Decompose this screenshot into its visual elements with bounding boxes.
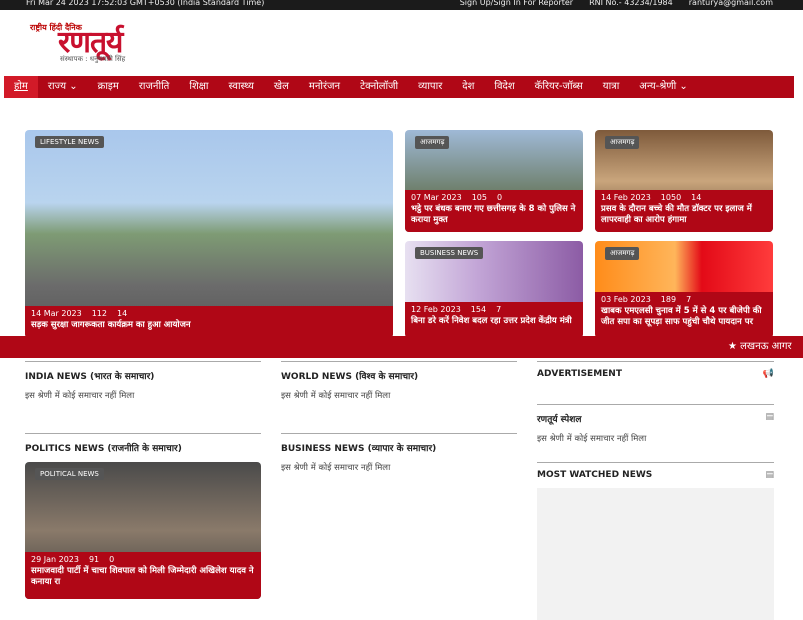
nav-state[interactable]: राज्य ⌄ xyxy=(38,76,88,98)
sidebar-advertisement: ADVERTISEMENT 📢 xyxy=(537,361,774,379)
category-badge: आजमगढ़ xyxy=(415,136,450,149)
news-card-politics[interactable]: POLITICAL NEWS 29 Jan 2023 91 0 समाजवादी प… xyxy=(25,462,261,599)
headline[interactable]: भट्ठे पर बंधक बनाए गए छत्तीसगढ़ के 8 को … xyxy=(411,204,577,226)
views-count: 112 xyxy=(91,309,107,318)
sidebar-most-watched: MOST WATCHED NEWS ▤ xyxy=(537,462,774,480)
date: 14 Mar 2023 xyxy=(31,309,82,318)
nav-business[interactable]: व्यापार xyxy=(408,76,452,98)
news-card[interactable]: आजमगढ़ 07 Mar 2023 105 0 भट्ठे पर बंधक बना… xyxy=(405,130,583,232)
category-badge: POLITICAL NEWS xyxy=(35,468,104,480)
headline[interactable]: समाजवादी पार्टी में चाचा शिवपाल को मिली … xyxy=(31,566,255,588)
nav-country[interactable]: देश xyxy=(452,76,484,98)
news-card[interactable]: BUSINESS NEWS 12 Feb 2023 154 7 बिना डरे क… xyxy=(405,241,583,338)
nav-home[interactable]: होम xyxy=(4,76,38,98)
nav-career[interactable]: कॅरियर-जॉब्स xyxy=(525,76,593,98)
news-icon: ▤ xyxy=(765,412,774,422)
headline[interactable]: प्रसव के दौरान बच्चे की मौत डॉक्टर पर इल… xyxy=(601,204,767,226)
nav-other[interactable]: अन्य-श्रेणी ⌄ xyxy=(629,76,697,98)
headline[interactable]: खाबक एमएलसी चुनाव में 5 में से 4 पर बीजे… xyxy=(601,306,767,328)
headline[interactable]: बिना डरे करें निवेश बदल रहा उत्तर प्रदेश… xyxy=(411,316,577,327)
nav-travel[interactable]: यात्रा xyxy=(593,76,630,98)
category-badge: आजमगढ़ xyxy=(605,136,640,149)
nav-politics[interactable]: राजनीति xyxy=(129,76,180,98)
news-card[interactable]: आजमगढ़ 14 Feb 2023 1050 14 प्रसव के दौरान … xyxy=(595,130,773,232)
section-business-news: BUSINESS NEWS (व्यापार के समाचार) इस श्र… xyxy=(281,433,517,473)
megaphone-icon: 📢 xyxy=(762,369,774,379)
top-bar: Fri Mar 24 2023 17:52:03 GMT+0530 (India… xyxy=(0,0,803,10)
nav-foreign[interactable]: विदेश xyxy=(484,76,524,98)
most-watched-panel xyxy=(537,488,774,620)
news-icon: ▤ xyxy=(765,470,774,480)
email-link[interactable]: ranturya@gmail.com xyxy=(689,0,773,8)
news-card[interactable]: आजमगढ़ 03 Feb 2023 189 7 खाबक एमएलसी चुनाव… xyxy=(595,241,773,338)
signup-link[interactable]: Sign Up/Sign In For Reporter xyxy=(460,0,573,8)
nav-crime[interactable]: क्राइम xyxy=(88,76,129,98)
news-card-featured[interactable]: LIFESTYLE NEWS 14 Mar 2023 112 14 सड़क सुर… xyxy=(25,130,393,338)
section-politics-news: POLITICS NEWS (राजनीति के समाचार) xyxy=(25,433,261,454)
category-badge: आजमगढ़ xyxy=(605,247,640,260)
sidebar-special: रणतूर्य स्पेशल ▤ इस श्रेणी में कोई समाचार… xyxy=(537,404,774,444)
headline[interactable]: सड़क सुरक्षा जागरूकता कार्यक्रम का हुआ आ… xyxy=(31,320,387,331)
main-nav: होम राज्य ⌄ क्राइम राजनीति शिक्षा स्वास्… xyxy=(4,76,794,98)
site-logo[interactable]: राष्ट्रीय हिंदी दैनिक रणतूर्य संस्थापक :… xyxy=(30,20,190,64)
datetime: Fri Mar 24 2023 17:52:03 GMT+0530 (India… xyxy=(26,0,265,7)
nav-technology[interactable]: टेक्नोलॉजी xyxy=(350,76,408,98)
section-world-news: WORLD NEWS (विश्व के समाचार) इस श्रेणी म… xyxy=(281,361,517,401)
section-india-news: INDIA NEWS (भारत के समाचार) इस श्रेणी मे… xyxy=(25,361,261,401)
shares-count: 14 xyxy=(117,309,128,318)
nav-education[interactable]: शिक्षा xyxy=(179,76,218,98)
category-badge: BUSINESS NEWS xyxy=(415,247,484,259)
nav-health[interactable]: स्वास्थ्य xyxy=(219,76,264,98)
rni-number: RNI No.- 43234/1984 xyxy=(589,0,673,7)
nav-entertainment[interactable]: मनोरंजन xyxy=(299,76,350,98)
nav-sports[interactable]: खेल xyxy=(264,76,299,98)
breaking-ticker[interactable]: ★ लखनऊ आगर xyxy=(0,336,803,358)
category-badge: LIFESTYLE NEWS xyxy=(35,136,104,148)
